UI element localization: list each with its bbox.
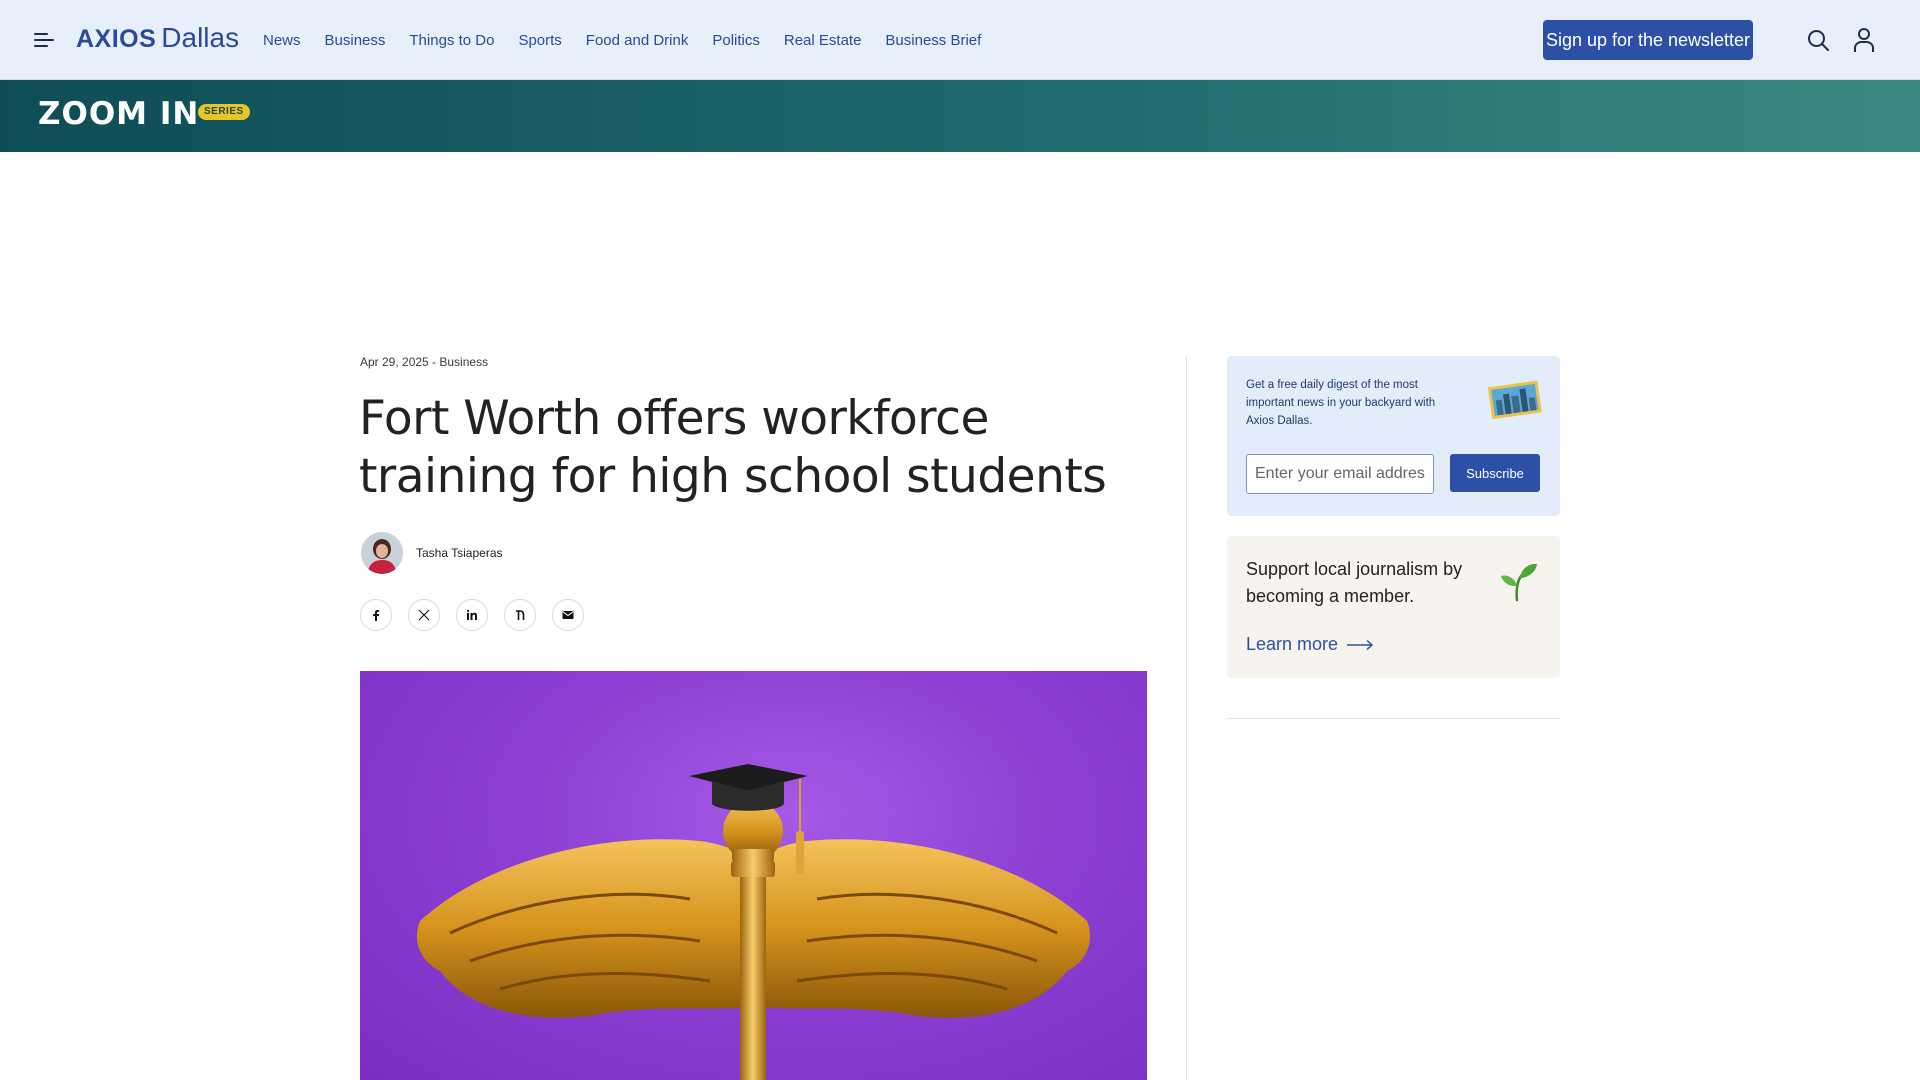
- author-avatar[interactable]: [361, 532, 403, 574]
- linkedin-share-button[interactable]: [456, 599, 488, 631]
- email-input[interactable]: [1246, 454, 1434, 494]
- dallas-postcard-icon: [1487, 380, 1542, 420]
- user-icon[interactable]: [1852, 27, 1876, 53]
- x-icon: [418, 609, 430, 621]
- member-text: Support local journalism by becoming a m…: [1246, 559, 1463, 606]
- share-bar: [360, 599, 600, 631]
- email-icon: [562, 611, 574, 619]
- facebook-share-button[interactable]: [360, 599, 392, 631]
- linkedin-icon: [466, 609, 477, 620]
- author-name[interactable]: Tasha Tsiaperas: [416, 546, 503, 560]
- nav-link-business-brief[interactable]: Business Brief: [885, 32, 981, 49]
- subscribe-button[interactable]: Subscribe: [1450, 454, 1540, 492]
- email-share-button[interactable]: [552, 599, 584, 631]
- sprout-icon: [1501, 563, 1537, 602]
- top-nav: AXIOS Dallas News Business Things to Do …: [0, 0, 1920, 80]
- article-headline: Fort Worth offers workforce training for…: [359, 391, 1107, 504]
- logo-city: Dallas: [161, 22, 240, 53]
- nav-link-things-to-do[interactable]: Things to Do: [409, 32, 494, 49]
- series-badge: SERIES: [198, 104, 250, 120]
- nav-links: News Business Things to Do Sports Food a…: [263, 0, 1005, 80]
- facebook-icon: [373, 610, 380, 621]
- nav-link-politics[interactable]: Politics: [712, 32, 760, 49]
- newsletter-signup-box: Get a free daily digest of the most impo…: [1227, 356, 1560, 516]
- hamburger-icon[interactable]: [34, 32, 54, 48]
- nav-link-news[interactable]: News: [263, 32, 301, 49]
- learn-more-link[interactable]: Learn more: [1246, 634, 1374, 655]
- zoom-in-banner[interactable]: ZOOM IN SERIES: [0, 80, 1920, 152]
- membership-box: Support local journalism by becoming a m…: [1227, 536, 1560, 678]
- threads-icon: [516, 610, 525, 620]
- sidebar-divider: [1227, 718, 1560, 719]
- x-share-button[interactable]: [408, 599, 440, 631]
- nav-link-real-estate[interactable]: Real Estate: [784, 32, 862, 49]
- threads-share-button[interactable]: [504, 599, 536, 631]
- caduceus-graduation-illustration: [416, 764, 1091, 1080]
- nav-link-business[interactable]: Business: [325, 32, 386, 49]
- site-logo[interactable]: AXIOS Dallas: [76, 22, 239, 58]
- newsletter-signup-button[interactable]: Sign up for the newsletter: [1543, 20, 1753, 60]
- nav-link-sports[interactable]: Sports: [518, 32, 561, 49]
- arrow-right-icon: [1347, 639, 1374, 650]
- hero-image: [360, 671, 1147, 1080]
- nav-link-food-and-drink[interactable]: Food and Drink: [586, 32, 689, 49]
- logo-brand: AXIOS: [76, 25, 157, 53]
- newsletter-text: Get a free daily digest of the most impo…: [1246, 379, 1436, 427]
- column-divider: [1186, 356, 1187, 1080]
- learn-more-label: Learn more: [1246, 634, 1339, 654]
- search-icon[interactable]: [1806, 28, 1830, 52]
- banner-title: ZOOM IN: [38, 96, 200, 132]
- article-meta: Apr 29, 2025 - Business: [360, 355, 489, 369]
- author-photo: [361, 532, 403, 574]
